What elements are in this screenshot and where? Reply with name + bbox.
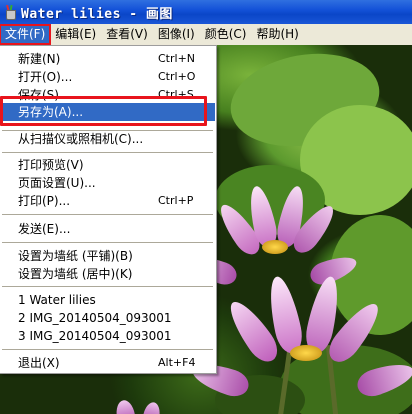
- menu-item-label: 发送(E)...: [18, 222, 71, 236]
- menu-separator: [2, 349, 213, 350]
- paint-app-icon[interactable]: [3, 4, 17, 20]
- menu-bar: 文件(F) 编辑(E) 查看(V) 图像(I) 颜色(C) 帮助(H): [0, 24, 412, 45]
- menu-edit[interactable]: 编辑(E): [50, 25, 101, 44]
- menu-item-save-as[interactable]: 另存为(A)...: [0, 103, 215, 121]
- menu-help[interactable]: 帮助(H): [251, 25, 303, 44]
- shortcut-label: Ctrl+S: [158, 88, 194, 101]
- menu-item-exit[interactable]: 退出(X) Alt+F4: [0, 354, 215, 372]
- menu-item-recent-2[interactable]: 2 IMG_20140504_093001: [0, 309, 215, 327]
- menu-item-label: 设置为墙纸 (平铺)(B): [18, 249, 133, 263]
- menu-separator: [2, 242, 213, 243]
- menu-view[interactable]: 查看(V): [101, 25, 153, 44]
- menu-item-label: 新建(N): [18, 52, 61, 66]
- menu-item-recent-3[interactable]: 3 IMG_20140504_093001: [0, 327, 215, 345]
- menu-separator: [2, 214, 213, 215]
- shortcut-label: Alt+F4: [158, 356, 196, 369]
- menu-item-label: 设置为墙纸 (居中)(K): [18, 267, 133, 281]
- menu-separator: [2, 286, 213, 287]
- menu-image[interactable]: 图像(I): [153, 25, 200, 44]
- menu-separator: [2, 152, 213, 153]
- menu-item-wallpaper-tiled[interactable]: 设置为墙纸 (平铺)(B): [0, 247, 215, 265]
- menu-item-label: 另存为(A)...: [18, 105, 84, 119]
- menu-item-send[interactable]: 发送(E)...: [0, 220, 215, 238]
- shortcut-label: Ctrl+P: [158, 194, 194, 207]
- shortcut-label: Ctrl+N: [158, 52, 196, 65]
- menu-item-label: 打开(O)...: [18, 70, 73, 84]
- menu-item-label: 退出(X): [18, 356, 60, 370]
- menu-item-label: 打印预览(V): [18, 158, 84, 172]
- menu-item-label: 页面设置(U)...: [18, 176, 96, 190]
- menu-item-open[interactable]: 打开(O)... Ctrl+O: [0, 68, 215, 86]
- menu-item-label: 保存(S): [18, 88, 59, 102]
- shortcut-label: Ctrl+O: [158, 70, 196, 83]
- menu-file[interactable]: 文件(F): [0, 24, 52, 45]
- menu-item-print-preview[interactable]: 打印预览(V): [0, 156, 215, 174]
- menu-item-label: 3 IMG_20140504_093001: [18, 329, 172, 343]
- window-title: Water lilies - 画图: [21, 6, 173, 22]
- menu-item-label: 2 IMG_20140504_093001: [18, 311, 172, 325]
- file-menu-dropdown: 新建(N) Ctrl+N 打开(O)... Ctrl+O 保存(S) Ctrl+…: [0, 45, 217, 374]
- menu-item-new[interactable]: 新建(N) Ctrl+N: [0, 50, 215, 68]
- menu-item-label: 打印(P)...: [18, 194, 71, 208]
- menu-item-wallpaper-centered[interactable]: 设置为墙纸 (居中)(K): [0, 265, 215, 283]
- title-bar: Water lilies - 画图: [0, 0, 412, 24]
- menu-item-label: 1 Water lilies: [18, 293, 96, 307]
- menu-item-page-setup[interactable]: 页面设置(U)...: [0, 174, 215, 192]
- menu-item-save[interactable]: 保存(S) Ctrl+S: [0, 86, 215, 104]
- menu-colors[interactable]: 颜色(C): [200, 25, 252, 44]
- menu-item-print[interactable]: 打印(P)... Ctrl+P: [0, 192, 215, 210]
- menu-item-from-scanner[interactable]: 从扫描仪或照相机(C)...: [0, 130, 215, 148]
- menu-item-recent-1[interactable]: 1 Water lilies: [0, 291, 215, 309]
- menu-item-label: 从扫描仪或照相机(C)...: [18, 132, 144, 146]
